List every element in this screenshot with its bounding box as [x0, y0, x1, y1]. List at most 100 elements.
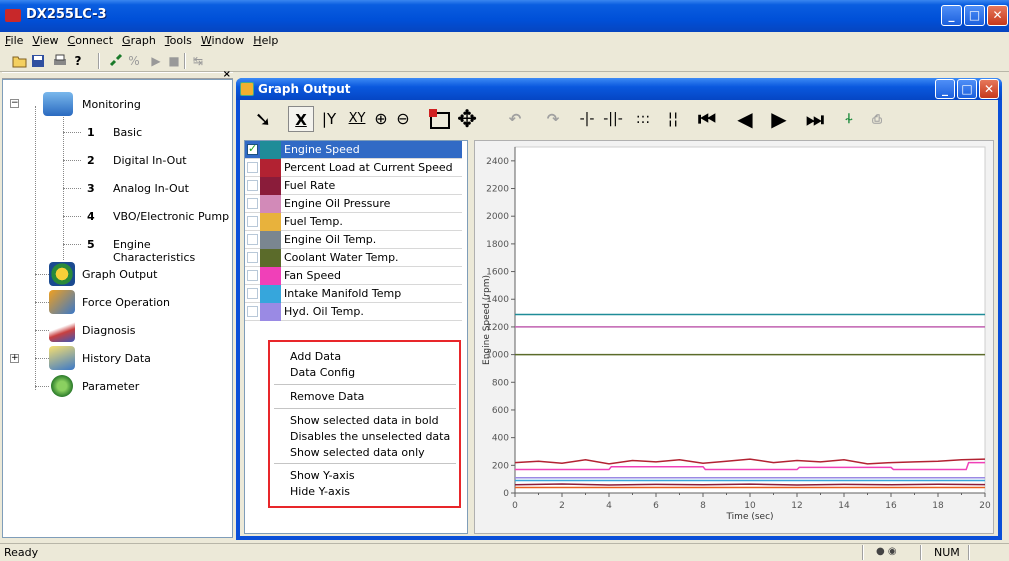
- list-item[interactable]: Fuel Temp.: [245, 213, 462, 231]
- tree-item-force-operation[interactable]: Force Operation: [82, 296, 170, 309]
- zoom-xy-button[interactable]: XY: [344, 106, 370, 132]
- series-checkbox[interactable]: [247, 306, 258, 317]
- list-item[interactable]: Percent Load at Current Speed: [245, 159, 462, 177]
- tree-item-diagnosis[interactable]: Diagnosis: [82, 324, 135, 337]
- menu-item-bold-selected[interactable]: Show selected data in bold: [290, 414, 439, 427]
- list-item[interactable]: Hyd. Oil Temp.: [245, 303, 462, 321]
- menu-item-show-selected-only[interactable]: Show selected data only: [290, 446, 425, 459]
- pointer-tool-icon[interactable]: ➘: [250, 106, 276, 132]
- maximize-button[interactable]: □: [964, 5, 985, 26]
- play-icon[interactable]: ▶: [148, 53, 164, 69]
- y-axis-label: Engine Speed (rpm): [482, 275, 492, 365]
- cursor-grid-icon[interactable]: :::: [630, 106, 656, 132]
- y-tick-label: 2400: [486, 157, 509, 167]
- tree-item-monitoring[interactable]: Monitoring: [82, 98, 141, 111]
- parameter-icon: [51, 375, 73, 397]
- stop-icon[interactable]: ■: [166, 53, 182, 69]
- help-icon[interactable]: ?: [70, 53, 86, 69]
- cursor-single-icon[interactable]: -|-: [574, 106, 600, 132]
- x-tick-label: 12: [791, 501, 802, 511]
- first-icon[interactable]: ⏮: [694, 106, 720, 132]
- tree-item-analog[interactable]: Analog In-Out: [113, 182, 189, 195]
- series-checkbox[interactable]: [247, 142, 258, 155]
- series-checkbox[interactable]: [247, 234, 258, 245]
- menu-item-show-y-axis[interactable]: Show Y-axis: [290, 469, 355, 482]
- tree-item-engine-characteristics[interactable]: Engine Characteristics: [113, 238, 232, 264]
- menu-file[interactable]: File: [0, 32, 27, 47]
- expand-icon[interactable]: +: [10, 354, 19, 363]
- list-item[interactable]: Engine Speed: [245, 141, 462, 159]
- menu-separator: [274, 408, 456, 409]
- y-tick-label: 0: [503, 489, 509, 499]
- x-axis-label: Time (sec): [725, 512, 773, 522]
- list-item[interactable]: Engine Oil Pressure: [245, 195, 462, 213]
- save-icon[interactable]: [30, 53, 46, 69]
- series-checkbox[interactable]: [247, 198, 258, 209]
- previous-icon[interactable]: ◀: [732, 106, 758, 132]
- menu-graph[interactable]: Graph: [117, 32, 160, 47]
- redo-icon[interactable]: ↷: [540, 106, 566, 132]
- graph-close-button[interactable]: ✕: [979, 79, 999, 99]
- menu-separator: [274, 384, 456, 385]
- tree-item-digital[interactable]: Digital In-Out: [113, 154, 187, 167]
- tree-line: [35, 386, 49, 387]
- print-graph-icon[interactable]: ⎙: [864, 106, 890, 132]
- series-color-swatch: [260, 267, 281, 285]
- undo-icon[interactable]: ↶: [502, 106, 528, 132]
- move-icon[interactable]: ✥: [454, 106, 480, 132]
- list-item[interactable]: Fuel Rate: [245, 177, 462, 195]
- series-checkbox[interactable]: [247, 162, 258, 173]
- minimize-button[interactable]: _: [941, 5, 962, 26]
- menu-item-disable-unselected[interactable]: Disables the unselected data: [290, 430, 450, 443]
- side-panel-grip[interactable]: ×: [2, 69, 233, 80]
- graph-maximize-button[interactable]: □: [957, 79, 977, 99]
- chart-panel[interactable]: 0 200 400 600 800 1000 1200 1400 1600 1800 2000 220…: [474, 140, 994, 534]
- list-item[interactable]: Fan Speed: [245, 267, 462, 285]
- list-item[interactable]: Coolant Water Temp.: [245, 249, 462, 267]
- tree-line: [63, 132, 81, 133]
- auto-scale-icon[interactable]: ⍭: [836, 106, 862, 132]
- zoom-out-icon[interactable]: ⊖: [390, 106, 416, 132]
- print-icon[interactable]: [52, 53, 68, 69]
- tree-item-graph-output[interactable]: Graph Output: [82, 268, 157, 281]
- series-checkbox[interactable]: [247, 270, 258, 281]
- series-checkbox[interactable]: [247, 288, 258, 299]
- tree-item-vbo[interactable]: VBO/Electronic Pump: [113, 210, 229, 223]
- series-label: Engine Speed: [284, 143, 360, 156]
- menu-window[interactable]: Window: [196, 32, 248, 47]
- next-icon[interactable]: ▶: [766, 106, 792, 132]
- tree-item-history-data[interactable]: History Data: [82, 352, 151, 365]
- menu-tools[interactable]: Tools: [160, 32, 196, 47]
- link-icon[interactable]: ↹: [190, 53, 206, 69]
- graph-window-title-bar[interactable]: Graph Output _ □ ✕: [236, 78, 1002, 100]
- cursor-vertical-icon[interactable]: ¦¦: [660, 106, 686, 132]
- window-controls: _ □ ✕: [941, 5, 1008, 26]
- last-icon[interactable]: ⏭: [802, 106, 828, 132]
- menu-view[interactable]: View: [27, 32, 62, 47]
- graph-minimize-button[interactable]: _: [935, 79, 955, 99]
- select-range-icon[interactable]: [428, 106, 454, 132]
- cursor-double-icon[interactable]: -||-: [600, 106, 626, 132]
- open-folder-icon[interactable]: [12, 53, 28, 69]
- series-checkbox[interactable]: [247, 252, 258, 263]
- menu-item-data-config[interactable]: Data Config: [290, 366, 355, 379]
- tree-item-parameter[interactable]: Parameter: [82, 380, 139, 393]
- zoom-y-button[interactable]: |Y: [316, 106, 342, 132]
- series-checkbox[interactable]: [247, 180, 258, 191]
- y-tick-label: 2200: [486, 185, 509, 195]
- tree-item-basic[interactable]: Basic: [113, 126, 142, 139]
- menu-connect[interactable]: Connect: [63, 32, 118, 47]
- list-item[interactable]: Engine Oil Temp.: [245, 231, 462, 249]
- collapse-icon[interactable]: −: [10, 99, 19, 108]
- menu-help[interactable]: Help: [248, 32, 282, 47]
- menu-item-hide-y-axis[interactable]: Hide Y-axis: [290, 485, 350, 498]
- close-button[interactable]: ✕: [987, 5, 1008, 26]
- series-checkbox[interactable]: [247, 216, 258, 227]
- menu-item-remove-data[interactable]: Remove Data: [290, 390, 364, 403]
- list-item[interactable]: Intake Manifold Temp: [245, 285, 462, 303]
- menu-item-add-data[interactable]: Add Data: [290, 350, 341, 363]
- connect-icon[interactable]: [108, 53, 124, 69]
- zoom-x-button[interactable]: X: [288, 106, 314, 132]
- disconnect-icon[interactable]: %: [126, 53, 142, 69]
- tree-item-number: 2: [87, 154, 95, 167]
